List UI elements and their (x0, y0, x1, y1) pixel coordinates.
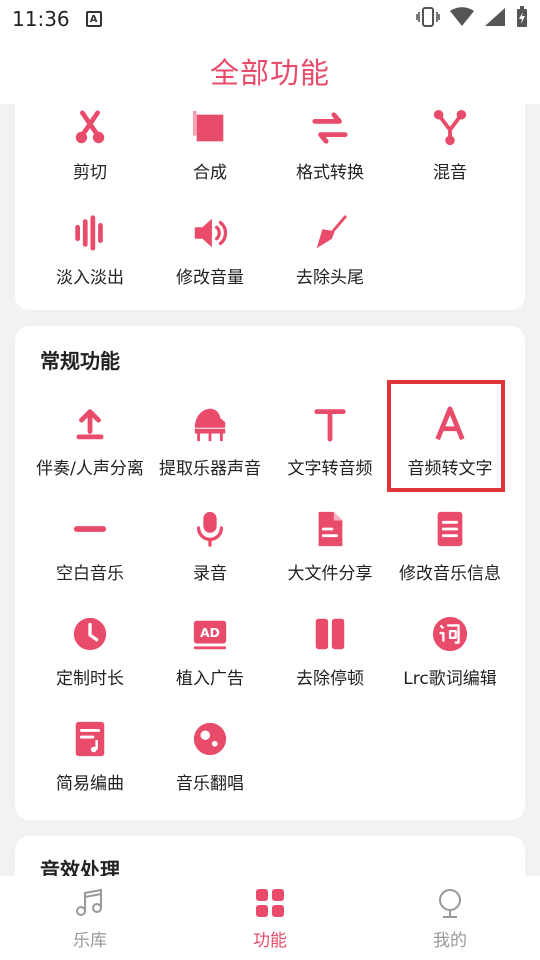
vibrate-icon (416, 6, 440, 32)
text-t-icon (310, 404, 350, 444)
profile-icon (433, 886, 467, 920)
tool-lrc-editor[interactable]: Lrc歌词编辑 (390, 610, 510, 715)
nav-label: 我的 (433, 931, 467, 951)
tool-label: 去除停顿 (296, 669, 364, 689)
score-icon (70, 719, 110, 759)
tool-label: 剪切 (73, 163, 107, 183)
tool-record[interactable]: 录音 (150, 505, 270, 610)
tool-label: 音乐翻唱 (176, 774, 244, 794)
tool-volume[interactable]: 修改音量 (150, 209, 270, 314)
nav-functions[interactable]: 功能 (180, 876, 360, 960)
notification-a-icon: A (85, 11, 102, 27)
trowel-icon (310, 213, 350, 253)
tool-mix[interactable]: 混音 (390, 104, 510, 209)
tool-insert-ad[interactable]: AD 植入广告 (150, 610, 270, 715)
music-note-icon (73, 886, 107, 920)
clock-icon (70, 614, 110, 654)
status-time: 11:36 (12, 7, 70, 31)
battery-icon (516, 6, 528, 32)
tool-merge[interactable]: 合成 (150, 104, 270, 209)
bottom-navigation: 乐库 功能 我的 (0, 876, 540, 960)
effects-card: 音效处理 (15, 836, 525, 876)
tool-label: 定制时长 (56, 669, 124, 689)
svg-text:AD: AD (200, 626, 220, 640)
tool-large-file-share[interactable]: 大文件分享 (270, 505, 390, 610)
section-title-general: 常规功能 (40, 349, 120, 373)
tool-text-to-audio[interactable]: 文字转音频 (270, 400, 390, 505)
microphone-icon (190, 509, 230, 549)
grid-icon (253, 886, 287, 920)
page-title: 全部功能 (209, 56, 330, 90)
edit-tools-card: 剪切 合成 格式转换 混音 淡入淡出 修改音量 去除头尾 (15, 104, 525, 310)
tool-label: 提取乐器声音 (159, 459, 261, 479)
minus-bar-icon (70, 509, 110, 549)
speaker-icon (190, 213, 230, 253)
nav-library[interactable]: 乐库 (0, 876, 180, 960)
waveform-icon (70, 213, 110, 253)
record-disc-icon (190, 719, 230, 759)
tool-label: 伴奏/人声分离 (36, 459, 144, 479)
tool-blank-music[interactable]: 空白音乐 (30, 505, 150, 610)
edit-tools-grid: 剪切 合成 格式转换 混音 淡入淡出 修改音量 去除头尾 (30, 104, 540, 314)
tool-fade[interactable]: 淡入淡出 (30, 209, 150, 314)
tool-label: Lrc歌词编辑 (403, 669, 497, 689)
general-functions-card: 常规功能 伴奏/人声分离 提取乐器声音 文字转音频 音频转文字 空白音乐 录音 … (15, 326, 525, 820)
tool-custom-duration[interactable]: 定制时长 (30, 610, 150, 715)
tool-music-cover[interactable]: 音乐翻唱 (150, 715, 270, 820)
tool-format-convert[interactable]: 格式转换 (270, 104, 390, 209)
status-bar: 11:36 A (0, 0, 540, 38)
nav-label: 乐库 (73, 931, 107, 951)
document-lines-icon (430, 509, 470, 549)
ad-icon: AD (190, 614, 230, 654)
app-header: 全部功能 (0, 38, 540, 104)
scissors-icon (70, 108, 110, 148)
signal-icon (484, 7, 506, 31)
tool-vocal-separation[interactable]: 伴奏/人声分离 (30, 400, 150, 505)
tool-label: 混音 (433, 163, 467, 183)
highlight-box (387, 380, 505, 492)
tool-label: 合成 (193, 163, 227, 183)
nav-profile[interactable]: 我的 (360, 876, 540, 960)
nav-label: 功能 (253, 931, 287, 951)
tool-label: 植入广告 (176, 669, 244, 689)
tool-label: 修改音量 (176, 268, 244, 288)
tool-edit-music-info[interactable]: 修改音乐信息 (390, 505, 510, 610)
tool-label: 修改音乐信息 (399, 564, 501, 584)
wifi-icon (450, 7, 474, 31)
tool-trim-ends[interactable]: 去除头尾 (270, 209, 390, 314)
tool-label: 文字转音频 (287, 459, 373, 479)
pause-icon (310, 614, 350, 654)
tool-label: 去除头尾 (296, 268, 364, 288)
merge-icon (190, 108, 230, 148)
tool-cut[interactable]: 剪切 (30, 104, 150, 209)
tool-label: 大文件分享 (287, 564, 373, 584)
section-title-effects: 音效处理 (40, 858, 120, 876)
tool-label: 格式转换 (296, 163, 364, 183)
piano-icon (190, 404, 230, 444)
file-icon (310, 509, 350, 549)
upload-icon (70, 404, 110, 444)
tool-simple-arrange[interactable]: 简易编曲 (30, 715, 150, 820)
tool-label: 空白音乐 (56, 564, 124, 584)
status-icons (416, 6, 528, 32)
functions-scroll-area[interactable]: 剪切 合成 格式转换 混音 淡入淡出 修改音量 去除头尾 常规功能 伴奏/人声分… (0, 104, 540, 876)
lyrics-icon (430, 614, 470, 654)
convert-arrows-icon (310, 108, 350, 148)
tool-extract-instrument[interactable]: 提取乐器声音 (150, 400, 270, 505)
tool-label: 淡入淡出 (56, 268, 124, 288)
tool-label: 简易编曲 (56, 774, 124, 794)
tool-label: 录音 (193, 564, 227, 584)
tool-remove-pause[interactable]: 去除停顿 (270, 610, 390, 715)
mix-nodes-icon (430, 108, 470, 148)
